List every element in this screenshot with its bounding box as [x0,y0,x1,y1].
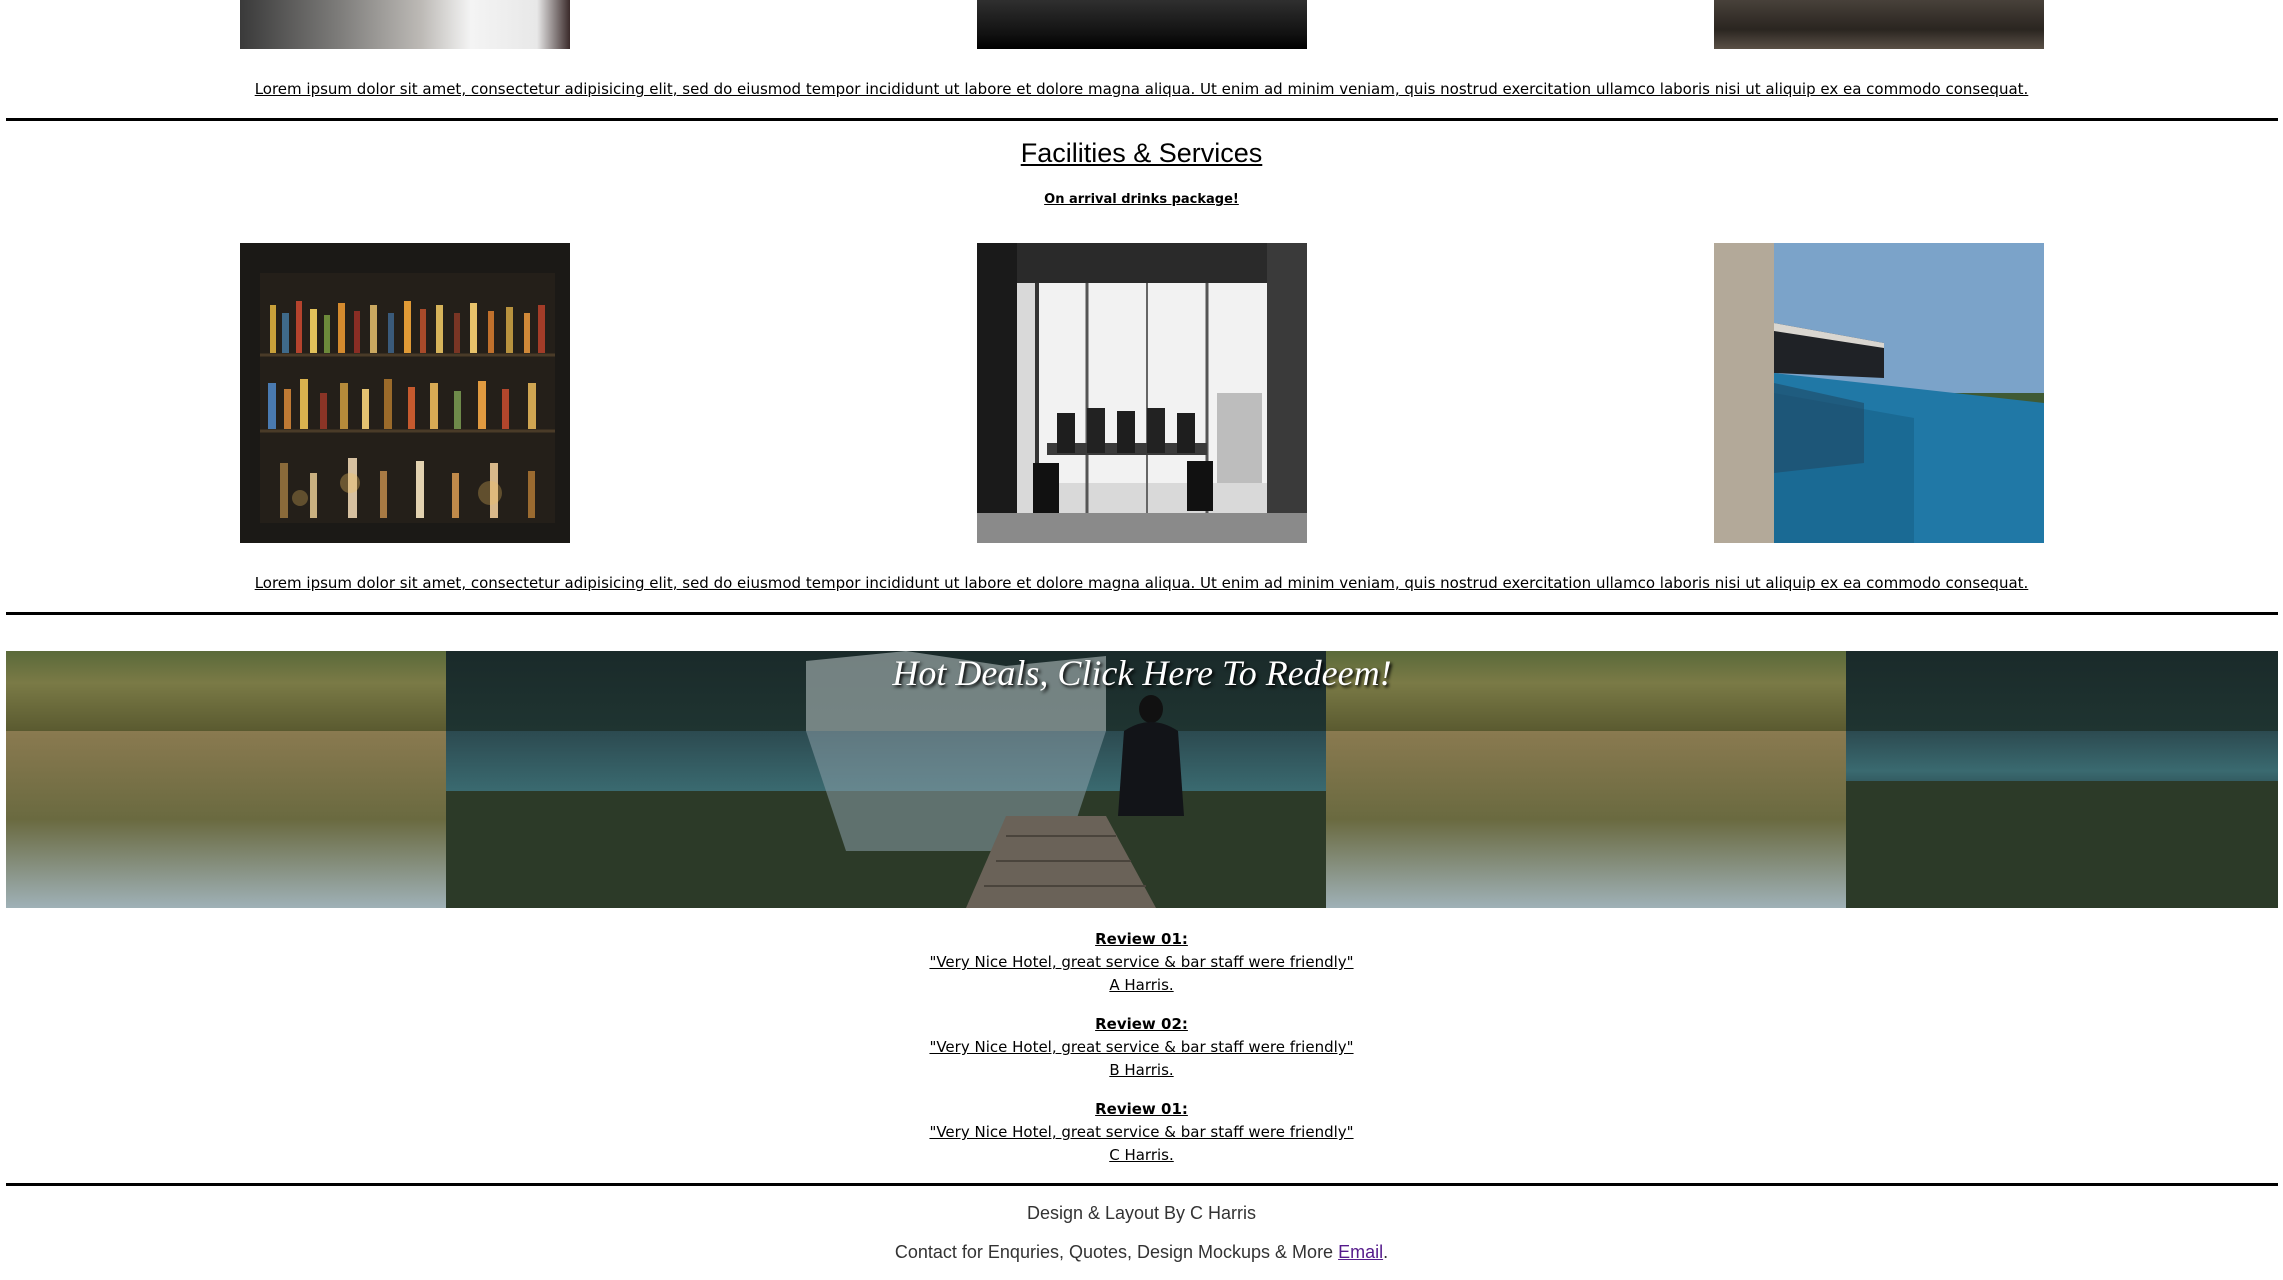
bar-shelves-image [240,243,570,543]
review-title: Review 01: [1095,1100,1188,1118]
review-item: Review 02: "Very Nice Hotel, great servi… [0,1013,2283,1082]
email-link[interactable]: Email [1338,1242,1383,1262]
facilities-subheading: On arrival drinks package! [1044,192,1239,207]
review-item: Review 01: "Very Nice Hotel, great servi… [0,1098,2283,1167]
hot-deals-banner[interactable]: Hot Deals, Click Here To Redeem! [6,651,2278,908]
section-divider [6,118,2278,121]
meeting-room-image [977,243,1307,543]
rooms-description: Lorem ipsum dolor sit amet, consectetur … [254,80,2029,98]
hot-deals-heading[interactable]: Hot Deals, Click Here To Redeem! [6,651,2278,695]
infinity-pool-image [1714,243,2044,543]
review-quote: "Very Nice Hotel, great service & bar st… [929,1038,1354,1056]
facilities-description: Lorem ipsum dolor sit amet, consectetur … [254,574,2029,592]
review-quote: "Very Nice Hotel, great service & bar st… [929,1123,1354,1141]
review-author: C Harris. [1109,1146,1174,1164]
review-item: Review 01: "Very Nice Hotel, great servi… [0,928,2283,997]
section-divider [6,612,2278,615]
review-quote: "Very Nice Hotel, great service & bar st… [929,953,1354,971]
footer-contact: Contact for Enquries, Quotes, Design Moc… [0,1242,2283,1263]
footer-credit: Design & Layout By C Harris [1026,1203,1257,1223]
review-author: B Harris. [1109,1061,1174,1079]
footer-contact-end: . [1383,1242,1389,1262]
footer-divider [6,1183,2278,1186]
room-image-top-2 [977,0,1307,49]
room-image-top-3 [1714,0,2044,49]
review-title: Review 02: [1095,1015,1188,1033]
footer-contact-text: Contact for Enquries, Quotes, Design Moc… [894,1242,1339,1262]
facilities-heading: Facilities & Services [1020,138,1263,168]
room-image-top [240,0,570,49]
review-title: Review 01: [1095,930,1188,948]
review-author: A Harris. [1109,976,1174,994]
